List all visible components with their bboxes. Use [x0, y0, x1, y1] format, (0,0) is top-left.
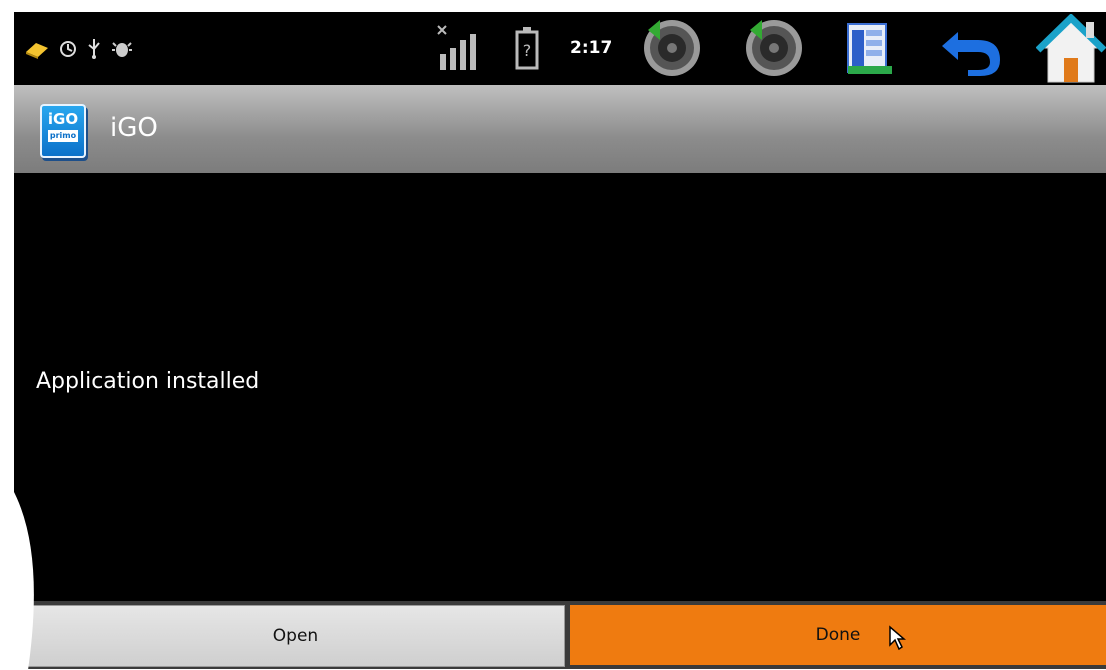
button-bar: Open Done — [14, 601, 1106, 669]
battery-unknown-icon: ? — [515, 27, 539, 70]
sync-icon — [60, 41, 76, 57]
app-icon-label: iGO — [47, 110, 79, 128]
watermark-arc — [0, 470, 34, 670]
done-button[interactable]: Done — [570, 605, 1106, 665]
mouse-cursor-icon — [889, 625, 906, 651]
app-title: iGO — [110, 113, 158, 143]
status-bar: ? 2:17 — [14, 12, 1106, 85]
open-button[interactable]: Open — [26, 605, 565, 667]
title-bar: iGO primo iGO — [14, 85, 1106, 173]
signal-icon — [437, 25, 476, 70]
status-time: 2:17 — [570, 38, 613, 58]
app-icon-sublabel: primo — [48, 130, 78, 142]
volume-up-icon[interactable] — [742, 16, 806, 80]
install-status-message: Application installed — [36, 369, 260, 394]
android-debug-icon — [112, 42, 132, 57]
install-result-panel: Application installed — [14, 173, 1106, 602]
home-icon[interactable] — [1036, 14, 1106, 84]
back-icon[interactable] — [938, 22, 1004, 78]
svg-text:?: ? — [523, 41, 532, 60]
usb-icon — [88, 39, 100, 59]
igo-app-icon: iGO primo — [40, 104, 86, 158]
notification-icon — [26, 43, 48, 59]
menu-icon[interactable] — [842, 20, 898, 78]
device-screen: ? 2:17 iGO primo iGO Application install… — [14, 12, 1106, 669]
volume-down-icon[interactable] — [640, 16, 704, 80]
